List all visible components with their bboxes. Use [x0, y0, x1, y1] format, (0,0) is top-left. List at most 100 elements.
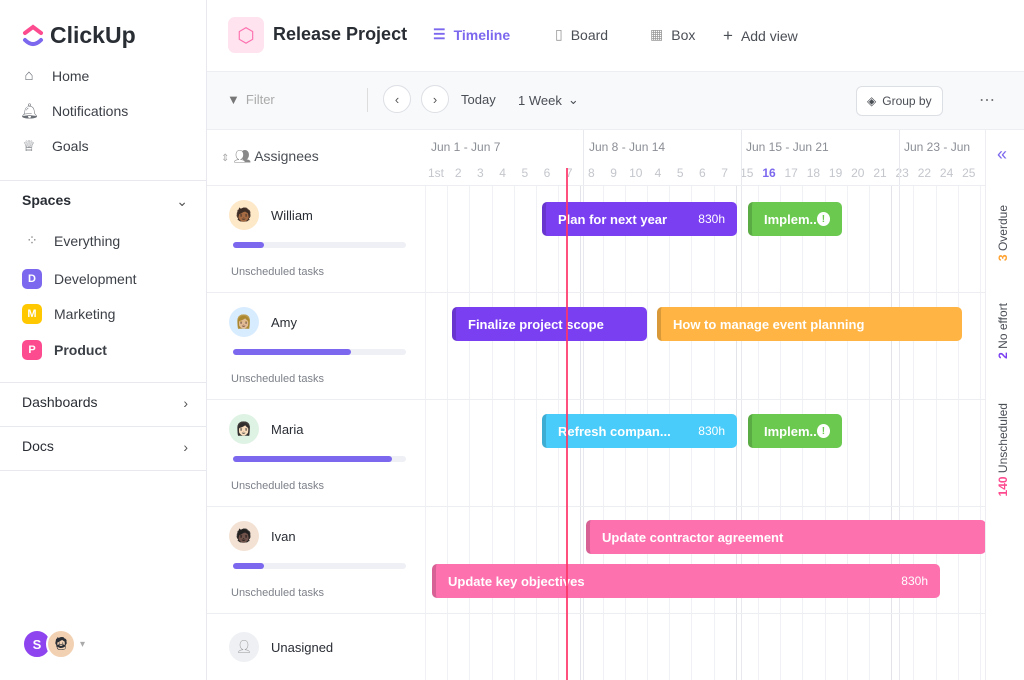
chevron-down-icon: ⌄ — [567, 92, 579, 107]
assignee-name: Maria — [271, 421, 304, 437]
task-bar[interactable]: Update contractor agreement — [586, 520, 986, 554]
user-icon: 👤︎ — [229, 632, 259, 662]
task-bar[interactable]: Implem..! — [748, 414, 842, 448]
day-label: 7 — [565, 166, 573, 180]
task-hours: 830h — [901, 574, 928, 588]
user-menu[interactable]: S 🧔︎ ▾ — [22, 629, 85, 659]
task-label: Finalize project scope — [468, 316, 604, 332]
space-badge: M — [22, 304, 42, 324]
grid-dots-icon: ⁘ — [26, 232, 38, 248]
unscheduled-tasks-link[interactable]: Unscheduled tasks — [231, 587, 324, 599]
today-button[interactable]: Today — [461, 92, 496, 107]
progress-fill — [233, 349, 351, 355]
tab-timeline[interactable]: ☰ Timeline — [433, 26, 510, 43]
task-bar[interactable]: How to manage event planning — [657, 307, 962, 341]
group-by-button[interactable]: ◈ Group by — [856, 86, 943, 116]
nav-notifications[interactable]: 🔔︎ Notifications — [20, 102, 128, 120]
day-label: 19 — [828, 166, 843, 180]
task-hours: 830h — [698, 212, 725, 226]
spaces-header[interactable]: Spaces — [22, 192, 71, 208]
task-bar[interactable]: Refresh compan... 830h — [542, 414, 737, 448]
plus-icon: + — [723, 26, 733, 45]
alert-icon: ! — [816, 424, 830, 438]
task-label: How to manage event planning — [673, 316, 865, 332]
today-line — [566, 168, 568, 680]
group-by-label: Group by — [882, 94, 932, 108]
week-label: Jun 8 - Jun 14 — [589, 140, 666, 154]
add-view-button[interactable]: + Add view — [723, 26, 798, 46]
task-label: Update contractor agreement — [602, 529, 784, 545]
avatar: 👩🏻 — [229, 414, 259, 444]
unscheduled-tasks-link[interactable]: Unscheduled tasks — [231, 480, 324, 492]
summary-panel: « 3 Overdue 2 No effort 140 Unscheduled — [985, 130, 1024, 680]
assignees-label: Assignees — [254, 148, 319, 164]
dashboards-link[interactable]: Dashboards — [22, 394, 98, 410]
box-icon: ▦ — [650, 26, 664, 42]
home-icon: ⌂ — [24, 67, 34, 84]
task-label: Plan for next year — [558, 211, 668, 227]
docs-link[interactable]: Docs — [22, 438, 54, 454]
alert-icon: ! — [816, 212, 830, 226]
cube-icon: ⬡ — [228, 17, 264, 53]
workload-progress — [233, 456, 406, 462]
bell-icon: 🔔︎ — [20, 103, 40, 120]
space-badge: P — [22, 340, 42, 360]
day-label: 24 — [939, 166, 954, 180]
prev-button[interactable]: ‹ — [383, 85, 411, 113]
day-label: 15 — [740, 166, 754, 180]
range-select[interactable]: 1 Week ⌄ — [518, 92, 579, 108]
task-bar[interactable]: Update key objectives 830h — [432, 564, 940, 598]
progress-fill — [233, 456, 393, 462]
day-label: 18 — [806, 166, 821, 180]
timeline-icon: ☰ — [433, 26, 446, 42]
next-button[interactable]: › — [421, 85, 449, 113]
progress-fill — [233, 563, 265, 569]
more-icon[interactable]: ⋯ — [979, 90, 995, 110]
space-development[interactable]: D Development — [22, 269, 137, 289]
project-title: Release Project — [273, 24, 408, 44]
day-label: 3 — [477, 166, 484, 180]
space-product[interactable]: P Product — [22, 340, 107, 360]
task-label: Implem.. — [764, 423, 817, 439]
assignees-header[interactable]: ⇕ 👥︎ Assignees — [221, 148, 319, 165]
week-label: Jun 15 - Jun 21 — [746, 140, 829, 154]
task-label: Refresh compan... — [558, 423, 671, 439]
unscheduled-tasks-link[interactable]: Unscheduled tasks — [231, 266, 324, 278]
label: No effort — [996, 303, 1010, 349]
space-everything[interactable]: ⁘ Everything — [22, 232, 120, 249]
header: ⬡ Release Project ☰ Timeline ▯ Board ▦ Box … — [207, 0, 1024, 72]
workload-progress — [233, 563, 406, 569]
tab-board[interactable]: ▯ Board — [555, 26, 608, 43]
sidebar: ClickUp ⌂ Home 🔔︎ Notifications ♕ Goals Spa… — [0, 0, 207, 680]
sort-icon: ⇕ — [221, 153, 230, 164]
unscheduled-tasks-link[interactable]: Unscheduled tasks — [231, 373, 324, 385]
task-label: Update key objectives — [448, 573, 585, 589]
chevron-right-icon[interactable]: › — [183, 439, 188, 455]
chevron-right-icon[interactable]: › — [183, 395, 188, 411]
space-marketing[interactable]: M Marketing — [22, 304, 115, 324]
day-label: 5 — [521, 166, 529, 180]
app-name: ClickUp — [50, 22, 136, 48]
overdue-count[interactable]: 3 Overdue — [996, 205, 1010, 261]
count: 140 — [996, 476, 1010, 497]
toolbar: ▼ Filter ‹ › Today 1 Week ⌄ ◈ Group by ⋯ — [207, 72, 1024, 130]
task-bar[interactable]: Implem..! — [748, 202, 842, 236]
nav-goals[interactable]: ♕ Goals — [20, 137, 88, 155]
nav-home[interactable]: ⌂ Home — [20, 67, 89, 84]
space-label: Product — [54, 342, 107, 358]
unscheduled-count[interactable]: 140 Unscheduled — [996, 403, 1010, 496]
timeline-grid: ⇕ 👥︎ Assignees Jun 1 - Jun 7 Jun 8 - Jun … — [207, 130, 994, 680]
tab-box[interactable]: ▦ Box — [650, 26, 695, 43]
filter-button[interactable]: ▼ Filter — [227, 92, 275, 107]
day-label: 4 — [654, 166, 662, 180]
nav-label: Notifications — [52, 103, 129, 119]
day-label: 20 — [851, 166, 865, 180]
task-bar[interactable]: Finalize project scope — [452, 307, 647, 341]
tab-label: Box — [671, 26, 696, 43]
clickup-logo[interactable]: ClickUp — [22, 22, 136, 49]
collapse-icon[interactable]: « — [997, 144, 1007, 165]
no-effort-count[interactable]: 2 No effort — [996, 303, 1010, 359]
task-bar[interactable]: Plan for next year 830h — [542, 202, 737, 236]
chevron-down-icon[interactable]: ⌄ — [176, 193, 188, 210]
day-label: 5 — [676, 166, 684, 180]
